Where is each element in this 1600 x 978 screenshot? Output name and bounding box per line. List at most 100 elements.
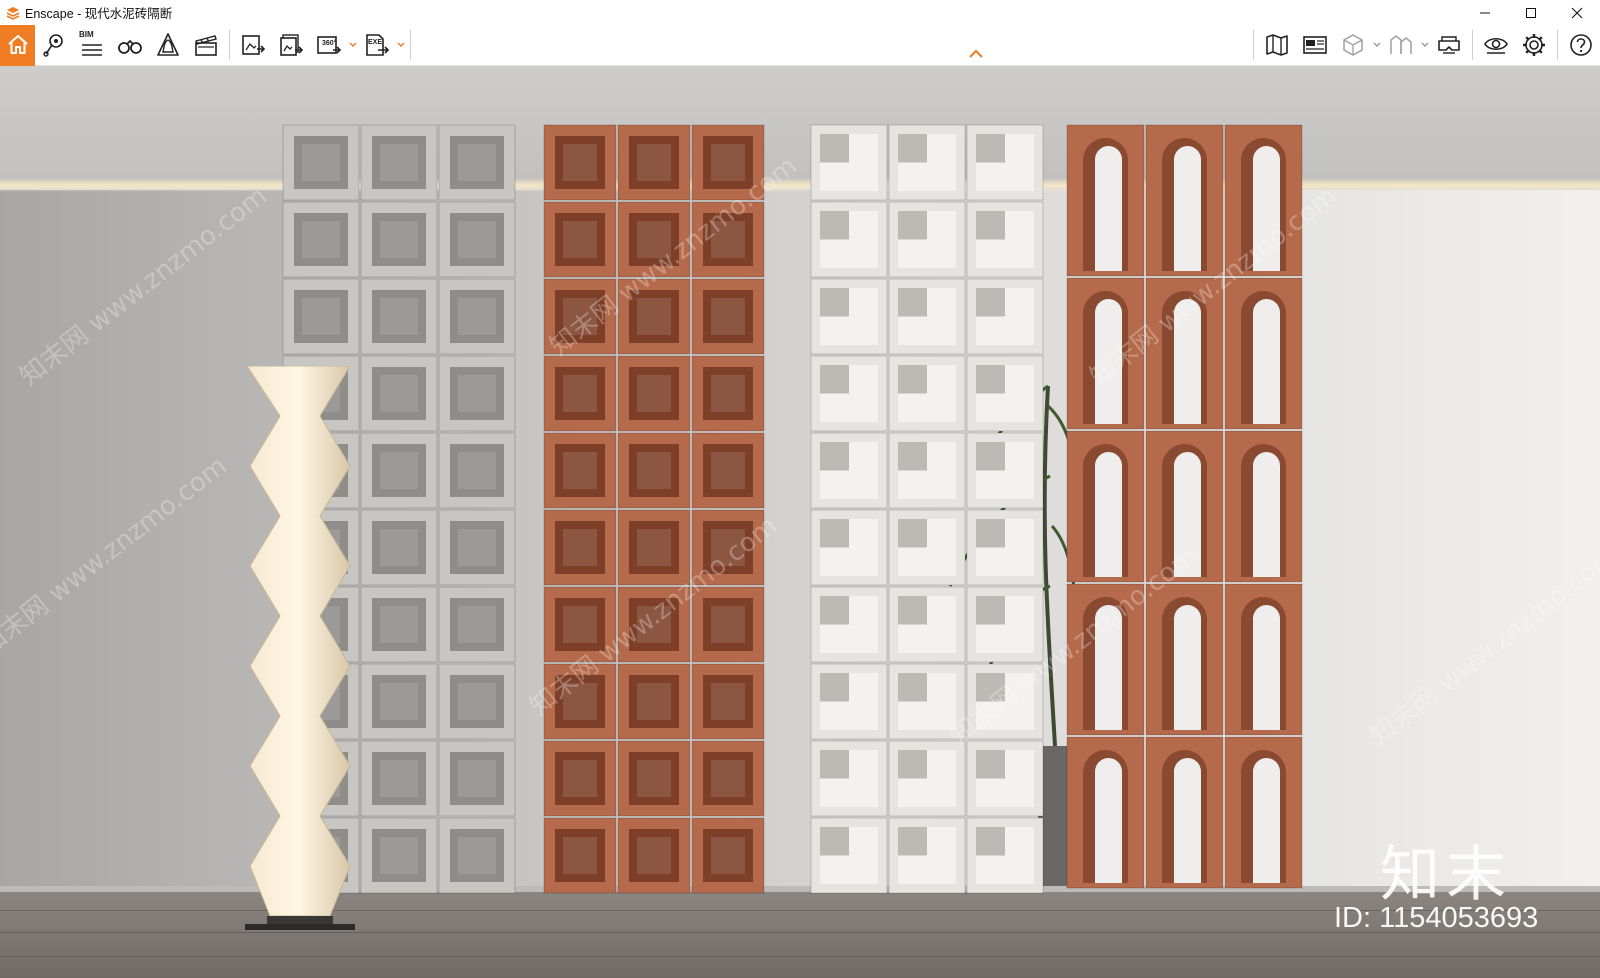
render-viewport[interactable]: 知末网 www.znzmo.com 知末网 www.znzmo.com 知末网 … xyxy=(0,66,1600,978)
block-cell xyxy=(282,124,360,201)
visual-settings-button[interactable] xyxy=(1477,25,1515,66)
block-cell xyxy=(1145,277,1224,430)
panorama-dropdown[interactable] xyxy=(348,25,358,66)
block-cell xyxy=(617,201,691,278)
block-cell xyxy=(691,509,765,586)
block-cell xyxy=(360,509,438,586)
enscape-logo-icon xyxy=(6,6,20,20)
collapse-toolbar-icon[interactable] xyxy=(968,47,984,59)
block-cell xyxy=(810,201,888,278)
toolbar-divider xyxy=(1472,30,1473,60)
block-cell xyxy=(966,586,1044,663)
block-cell xyxy=(1066,124,1145,277)
home-icon xyxy=(7,35,28,54)
minimize-icon xyxy=(1480,12,1490,13)
block-cell xyxy=(1066,277,1145,430)
block-cell xyxy=(888,586,966,663)
zigzag-floor-lamp[interactable] xyxy=(245,366,355,936)
collaboration-dropdown[interactable] xyxy=(1420,25,1430,66)
chevron-down-icon xyxy=(349,42,357,47)
model-button[interactable] xyxy=(1334,25,1372,66)
block-cell xyxy=(438,663,516,740)
main-toolbar: BIM 360° EXE xyxy=(0,24,1600,66)
block-cell xyxy=(543,432,617,509)
block-cell xyxy=(617,586,691,663)
bim-button[interactable]: BIM xyxy=(73,25,111,66)
block-cell xyxy=(691,201,765,278)
block-cell xyxy=(1224,583,1303,736)
block-cell xyxy=(543,355,617,432)
sun-location-button[interactable] xyxy=(35,25,73,66)
block-cell xyxy=(691,740,765,817)
block-cell xyxy=(810,586,888,663)
vr-button[interactable] xyxy=(1430,25,1468,66)
close-icon xyxy=(1571,7,1583,18)
window-controls xyxy=(1462,0,1600,25)
settings-button[interactable] xyxy=(1515,25,1553,66)
block-cell xyxy=(1224,124,1303,277)
atlas-panel-icon xyxy=(1303,36,1327,54)
block-cell xyxy=(438,355,516,432)
block-cell xyxy=(1224,277,1303,430)
block-cell xyxy=(691,432,765,509)
help-button[interactable] xyxy=(1562,25,1600,66)
block-cell xyxy=(888,432,966,509)
maximize-button[interactable] xyxy=(1508,0,1554,25)
export-dropdown[interactable] xyxy=(396,25,406,66)
block-cell xyxy=(966,817,1044,894)
close-button[interactable] xyxy=(1554,0,1600,25)
cube-icon xyxy=(1343,34,1363,56)
block-cell xyxy=(1224,430,1303,583)
map-button[interactable] xyxy=(1258,25,1296,66)
panorama-button[interactable]: 360° xyxy=(310,25,348,66)
chevron-down-icon xyxy=(1373,42,1381,47)
block-cell xyxy=(691,586,765,663)
batch-render-button[interactable] xyxy=(272,25,310,66)
block-cell xyxy=(888,509,966,586)
batch-export-icon xyxy=(280,34,304,56)
render-screenshot-button[interactable] xyxy=(234,25,272,66)
toolbar-divider xyxy=(229,30,230,60)
collaboration-icon xyxy=(1390,35,1412,54)
terracotta-arch-block-screen[interactable] xyxy=(1066,124,1303,889)
atlas-button[interactable] xyxy=(1296,25,1334,66)
block-cell xyxy=(360,278,438,355)
exe-label: EXE xyxy=(368,38,383,46)
block-cell xyxy=(360,586,438,663)
toolbar-divider xyxy=(410,30,411,60)
book-map-icon xyxy=(1266,34,1288,56)
block-cell xyxy=(1224,736,1303,889)
block-cell xyxy=(543,740,617,817)
views-button[interactable] xyxy=(111,25,149,66)
block-cell xyxy=(691,663,765,740)
block-cell xyxy=(1145,124,1224,277)
block-cell xyxy=(438,124,516,201)
block-cell xyxy=(810,509,888,586)
bell-icon xyxy=(157,33,179,56)
collaboration-button[interactable] xyxy=(1382,25,1420,66)
block-cell xyxy=(617,432,691,509)
block-cell xyxy=(888,663,966,740)
cove-light-strip xyxy=(0,178,1600,192)
export-exe-button[interactable]: EXE xyxy=(358,25,396,66)
white-step-block-screen[interactable] xyxy=(810,124,1044,894)
block-cell xyxy=(810,278,888,355)
block-cell xyxy=(810,817,888,894)
block-cell xyxy=(360,201,438,278)
minimize-button[interactable] xyxy=(1462,0,1508,25)
model-dropdown[interactable] xyxy=(1372,25,1382,66)
home-button[interactable] xyxy=(0,24,35,66)
block-cell xyxy=(810,355,888,432)
block-cell xyxy=(888,355,966,432)
terracotta-square-block-screen[interactable] xyxy=(543,124,765,894)
map-pin-icon xyxy=(43,34,63,57)
block-cell xyxy=(691,817,765,894)
video-editor-button[interactable] xyxy=(187,25,225,66)
block-cell xyxy=(438,201,516,278)
block-cell xyxy=(617,740,691,817)
block-cell xyxy=(691,124,765,201)
block-cell xyxy=(543,509,617,586)
assets-button[interactable] xyxy=(149,25,187,66)
block-cell xyxy=(888,124,966,201)
binoculars-icon xyxy=(118,39,142,54)
